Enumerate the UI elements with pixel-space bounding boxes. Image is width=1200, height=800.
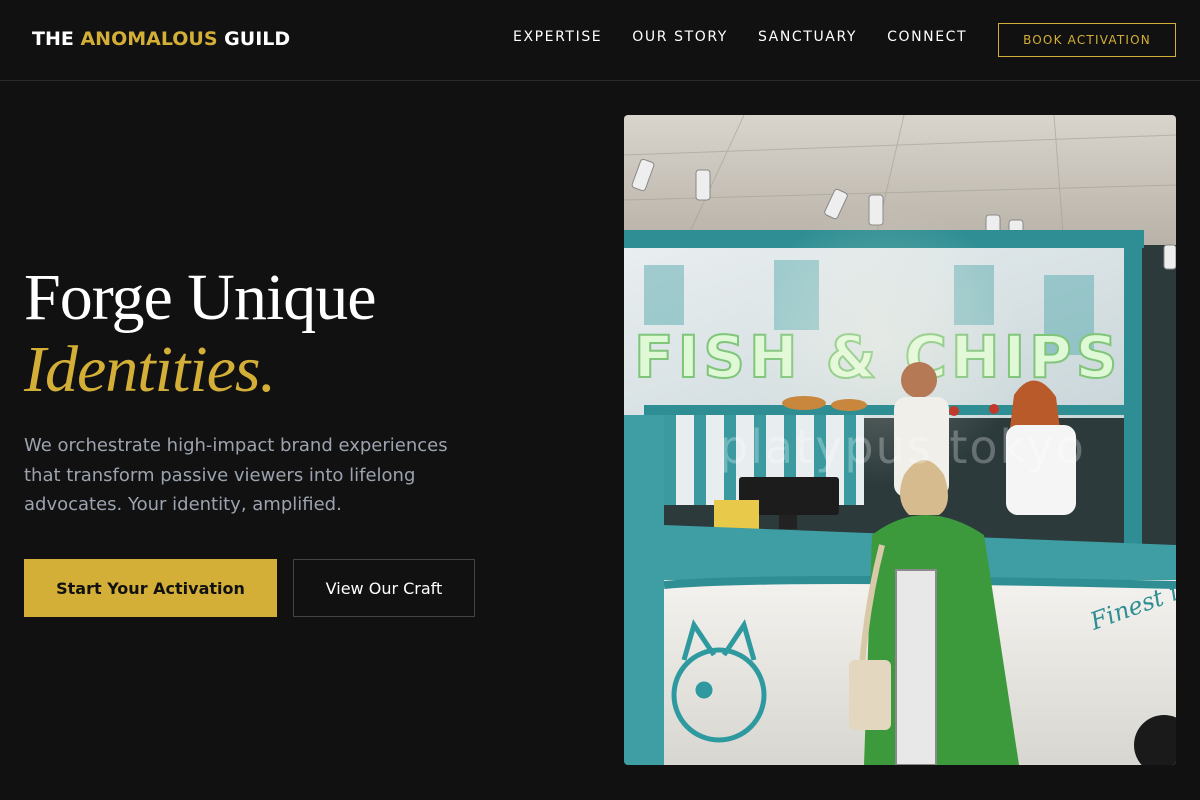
hero-description: We orchestrate high-impact brand experie… (24, 435, 448, 515)
nav-item-connect[interactable]: CONNECT (887, 29, 967, 45)
site-header: THE ANOMALOUS GUILD EXPERTISE OUR STORY … (0, 0, 1200, 81)
nav-item-expertise[interactable]: EXPERTISE (513, 29, 602, 45)
hero-title-line1: Forge Unique (24, 261, 377, 334)
brand-suffix: GUILD (224, 28, 291, 50)
brand-prefix: THE (32, 28, 74, 50)
hero-title-line2: Identities. (24, 333, 276, 406)
brand-logo[interactable]: THE ANOMALOUS GUILD (32, 28, 290, 50)
hero-photo: FISH & CHIPS Finest in platypus tokyo (624, 115, 1176, 765)
main-nav: EXPERTISE OUR STORY SANCTUARY CONNECT (513, 29, 997, 45)
nav-item-sanctuary[interactable]: SANCTUARY (758, 29, 857, 45)
nav-item-our-story[interactable]: OUR STORY (632, 29, 728, 45)
brand-accent: ANOMALOUS (80, 28, 218, 50)
start-activation-button[interactable]: Start Your Activation (24, 559, 277, 617)
view-craft-button[interactable]: View Our Craft (293, 559, 475, 617)
book-activation-button[interactable]: BOOK ACTIVATION (998, 23, 1176, 57)
photo-watermark: platypus tokyo (719, 420, 1086, 474)
hero-title: Forge Unique Identities. (24, 261, 377, 406)
